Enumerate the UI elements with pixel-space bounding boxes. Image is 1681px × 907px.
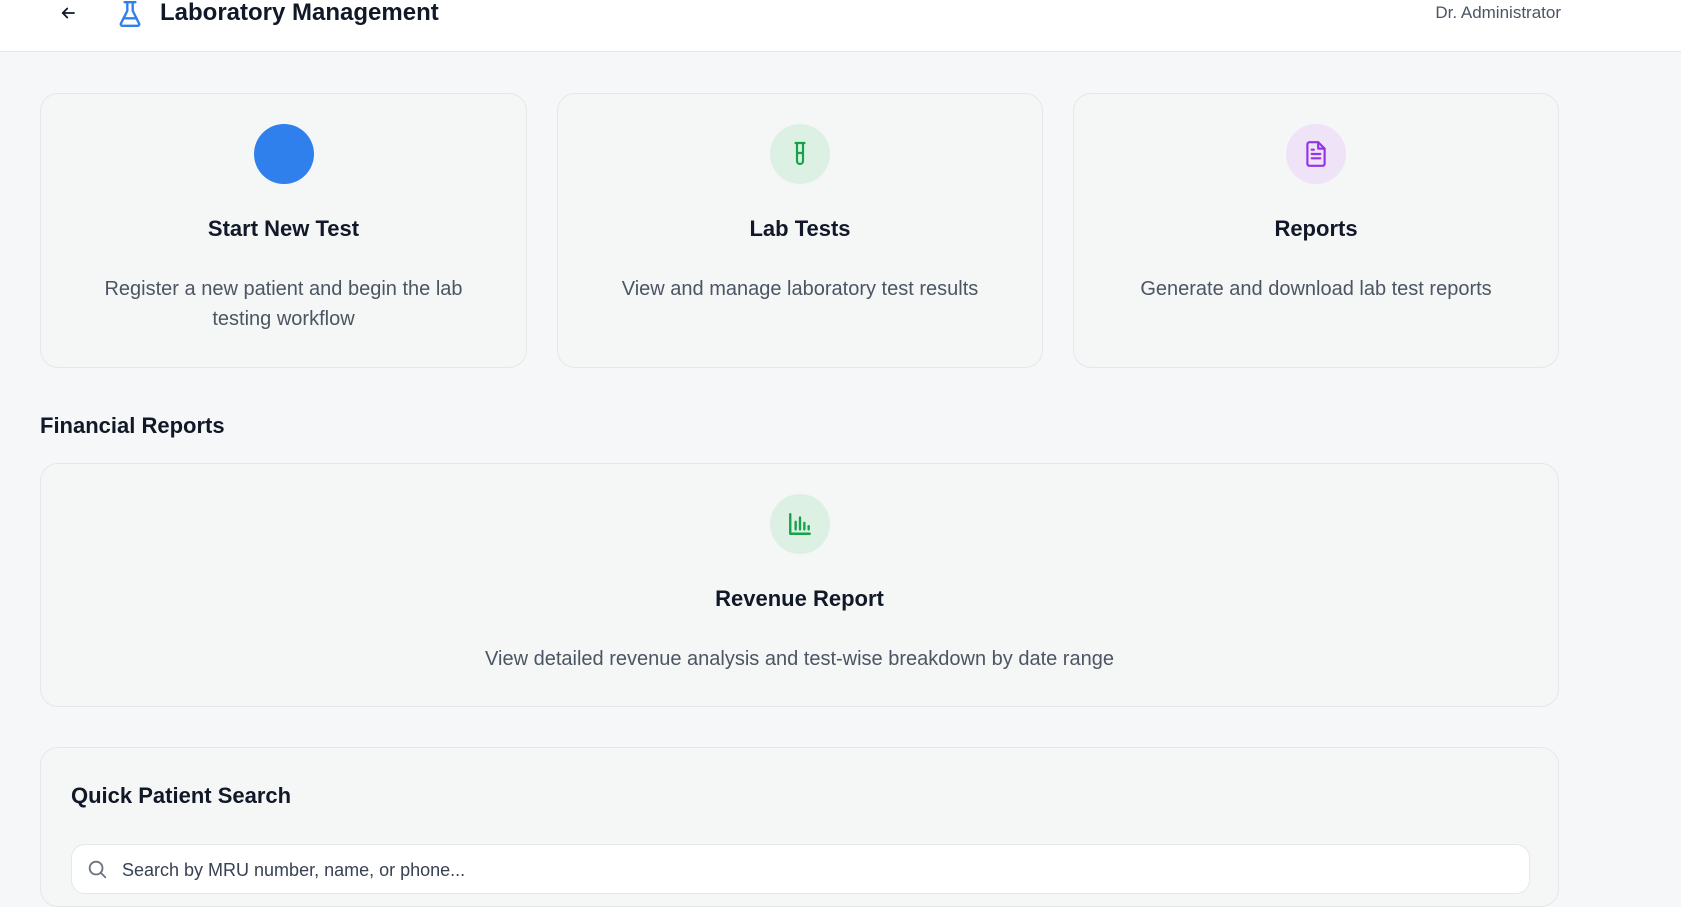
lab-tests-card[interactable]: Lab Tests View and manage laboratory tes… xyxy=(557,93,1043,368)
arrow-left-icon xyxy=(61,7,75,19)
document-icon xyxy=(1286,124,1346,184)
search-input[interactable] xyxy=(122,845,1512,895)
page-title: Laboratory Management xyxy=(160,0,439,26)
test-tube-icon xyxy=(770,124,830,184)
card-title: Revenue Report xyxy=(715,586,884,611)
card-description: View detailed revenue analysis and test-… xyxy=(485,648,1114,670)
card-description: Register a new patient and begin the lab… xyxy=(104,278,463,330)
card-title: Start New Test xyxy=(207,216,360,241)
financial-reports-heading: Financial Reports xyxy=(40,413,225,438)
revenue-report-card[interactable]: Revenue Report View detailed revenue ana… xyxy=(40,463,1559,707)
search-box[interactable] xyxy=(71,844,1530,895)
reports-card[interactable]: Reports Generate and download lab test r… xyxy=(1073,93,1559,368)
flask-icon xyxy=(119,0,141,28)
bar-chart-icon xyxy=(769,494,830,554)
quick-patient-search-panel: Quick Patient Search xyxy=(40,747,1559,907)
card-description: Generate and download lab test reports xyxy=(1140,278,1492,300)
blue-circle-icon xyxy=(253,124,314,184)
card-description: View and manage laboratory test results xyxy=(621,278,979,300)
card-title: Reports xyxy=(1274,216,1358,241)
app-header: Laboratory Management Dr. Administrator xyxy=(0,0,1681,52)
start-new-test-card[interactable]: Start New Test Register a new patient an… xyxy=(40,93,527,368)
back-button[interactable] xyxy=(56,0,80,26)
user-name[interactable]: Dr. Administrator xyxy=(1435,3,1561,23)
card-title: Lab Tests xyxy=(749,216,851,241)
search-heading: Quick Patient Search xyxy=(71,783,292,808)
